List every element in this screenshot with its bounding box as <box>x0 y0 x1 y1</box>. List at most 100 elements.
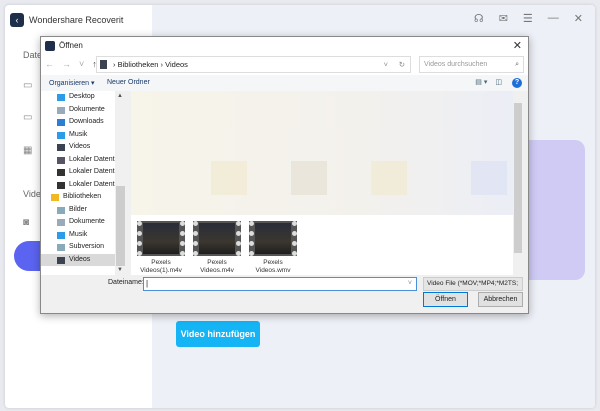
nav-item[interactable]: Downloads <box>41 116 126 129</box>
filename-label: Dateiname: <box>108 279 144 286</box>
dialog-close-icon[interactable]: ✕ <box>513 39 522 52</box>
content-scroll-thumb[interactable] <box>514 103 522 253</box>
dialog-toolbar: Organisieren ▾ Neuer Ordner ▤ ▾ ◫ ? <box>41 75 528 91</box>
grid-icon[interactable]: ▦ <box>23 145 35 156</box>
file-item[interactable]: Pexels Videos.m4v <box>191 221 243 275</box>
drive-icon[interactable]: ▭ <box>23 80 35 91</box>
new-folder-button[interactable]: Neuer Ordner <box>107 79 150 86</box>
nav-item-label: Dokumente <box>69 105 105 113</box>
content-scrollbar[interactable] <box>513 91 523 275</box>
nav-item[interactable]: Subversion <box>41 241 126 254</box>
document-icon <box>57 106 65 114</box>
chevron-down-icon[interactable]: ˅ <box>384 57 388 72</box>
pictures-icon <box>57 206 65 214</box>
nav-scroll-thumb[interactable] <box>116 186 125 266</box>
nav-item-label: Dokumente <box>69 218 105 225</box>
address-bar-row: ← → ˅ ↑ › Bibliotheken › Videos ˅ ↻ Videos … <box>41 55 528 75</box>
nav-item[interactable]: Videos <box>41 253 126 266</box>
computer-icon[interactable]: ▭ <box>23 112 35 123</box>
nav-item[interactable]: Videos <box>41 141 126 154</box>
help-icon[interactable]: ? <box>512 78 522 88</box>
nav-item-label: Videos <box>69 143 91 150</box>
nav-item[interactable]: Desktop <box>41 91 126 104</box>
scroll-down-icon[interactable]: ▼ <box>117 267 123 273</box>
desktop-icon <box>57 94 65 101</box>
nav-item-label: Bibliotheken <box>63 193 102 200</box>
filetype-select[interactable]: Video File (*MOV;*MP4;*M2TS; <box>423 277 523 291</box>
open-file-dialog: Öffnen ✕ ← → ˅ ↑ › Bibliotheken › Videos ˅ … <box>40 36 529 314</box>
nav-item[interactable]: Bilder <box>41 204 126 217</box>
file-item[interactable]: Pexels Videos.wmv <box>247 221 299 275</box>
preview-pane-icon[interactable]: ◫ <box>495 78 502 86</box>
subversion-icon <box>57 244 65 251</box>
refresh-icon[interactable]: ↻ <box>399 57 405 72</box>
close-icon[interactable]: ✕ <box>574 12 583 25</box>
nav-item[interactable]: Dokumente <box>41 216 126 229</box>
camera-icon[interactable]: ◙ <box>23 217 35 228</box>
nav-item[interactable]: Lokaler Datenträger <box>41 166 126 179</box>
video-thumbnail <box>249 221 297 256</box>
app-title: Wondershare Recoverit <box>29 15 124 25</box>
recoverit-logo-icon: ‹ <box>10 13 24 27</box>
video-thumbnail <box>137 221 185 256</box>
drive-icon <box>57 181 65 189</box>
document-icon <box>57 219 65 226</box>
search-placeholder: Videos durchsuchen <box>424 61 488 68</box>
faded-overlay <box>131 91 513 215</box>
scroll-up-icon[interactable]: ▲ <box>117 93 123 99</box>
nav-item-label: Bilder <box>69 205 87 213</box>
libraries-folder-icon <box>51 194 59 201</box>
music-icon <box>57 231 65 239</box>
nav-item[interactable]: Musik <box>41 229 126 242</box>
nav-item-label: Musik <box>69 230 88 238</box>
back-icon[interactable]: ← <box>45 59 54 69</box>
file-list: Pexels Videos(1).m4v Pexels Videos.m4v Pex… <box>131 91 523 275</box>
add-video-button[interactable]: Video hinzufügen <box>176 321 260 347</box>
menu-icon[interactable]: ☰ <box>523 12 533 25</box>
open-button[interactable]: Öffnen <box>423 292 468 307</box>
search-icon: ⌕ <box>515 61 519 68</box>
download-icon <box>57 119 65 126</box>
dialog-titlebar: Öffnen ✕ <box>41 37 528 55</box>
nav-item[interactable]: Musik <box>41 129 126 142</box>
music-icon <box>57 131 65 139</box>
file-item[interactable]: Pexels Videos(1).m4v <box>135 221 187 275</box>
nav-item[interactable]: Dokumente <box>41 104 126 117</box>
nav-item[interactable]: Bibliotheken <box>41 191 126 204</box>
view-options-icon[interactable]: ▤ ▾ <box>475 78 487 86</box>
nav-item-label: Videos <box>69 255 91 263</box>
organize-button[interactable]: Organisieren ▾ <box>49 79 95 87</box>
videos-folder-icon <box>100 60 107 69</box>
recent-dropdown-icon[interactable]: ˅ <box>79 59 84 69</box>
drive-icon <box>57 156 65 164</box>
search-input[interactable]: Videos durchsuchen ⌕ <box>419 56 524 73</box>
nav-item-label: Musik <box>69 130 88 138</box>
nav-scrollbar[interactable]: ▲ ▼ <box>115 91 126 275</box>
dialog-app-icon <box>45 41 55 51</box>
mail-icon[interactable]: ✉ <box>499 12 508 25</box>
nav-item-label: Subversion <box>69 243 105 250</box>
drive-icon <box>57 169 65 176</box>
file-name: Pexels Videos(1).m4v <box>140 259 182 274</box>
nav-item[interactable]: Lokaler Datenträger <box>41 179 126 192</box>
navigation-pane: Desktop Dokumente Downloads Musik Videos Loka… <box>41 91 126 275</box>
cancel-button[interactable]: Abbrechen <box>478 292 523 307</box>
headset-icon[interactable]: ☊ <box>474 12 484 25</box>
filename-input[interactable]: | ˅ <box>143 277 417 291</box>
nav-item-label: Desktop <box>69 93 95 100</box>
file-name: Pexels Videos.wmv <box>255 259 291 274</box>
minimize-icon[interactable]: — <box>548 12 559 25</box>
chevron-down-icon[interactable]: ˅ <box>408 278 412 290</box>
nav-item[interactable]: Lokaler Datenträger <box>41 154 126 167</box>
video-thumbnail <box>193 221 241 256</box>
video-icon <box>57 144 65 151</box>
title-controls: ☊ ✉ ☰ — ✕ <box>474 12 583 25</box>
forward-icon[interactable]: → <box>62 59 71 69</box>
dialog-title: Öffnen <box>59 41 83 50</box>
address-path[interactable]: › Bibliotheken › Videos ˅ ↻ <box>96 56 411 73</box>
video-icon <box>57 256 65 264</box>
file-name: Pexels Videos.m4v <box>200 259 234 274</box>
nav-item-label: Downloads <box>69 118 104 125</box>
breadcrumb-videos[interactable]: Videos <box>165 60 188 69</box>
breadcrumb-bibliotheken[interactable]: Bibliotheken <box>118 60 159 69</box>
